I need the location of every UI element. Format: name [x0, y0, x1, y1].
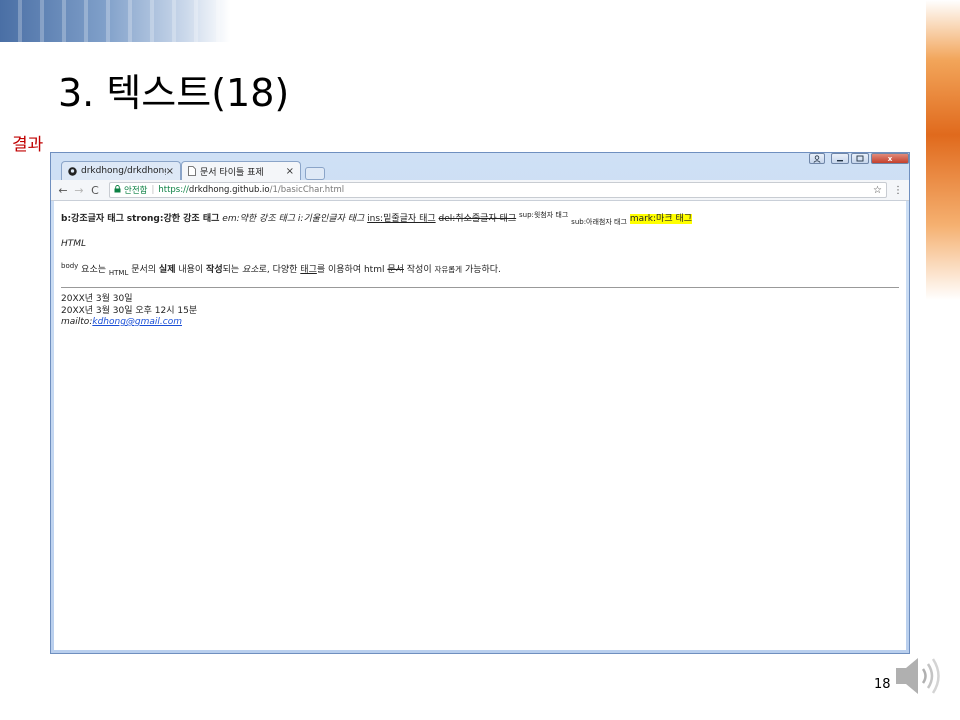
minimize-icon: [837, 159, 843, 161]
browser-toolbar: ← → C 안전함 | https://drkdhong.github.io/1…: [51, 180, 909, 201]
del-text: del:취소줄글자 태그: [438, 214, 517, 224]
close-icon[interactable]: ×: [286, 166, 294, 177]
sub-text: sub:아래첨자 태그: [571, 217, 627, 226]
mark-text: mark:마크 태그: [629, 214, 693, 224]
para-text: 되는: [222, 264, 243, 275]
body-paragraph: body 요소는 HTML 문서의 실제 내용이 작성되는 요소로, 다양한 태…: [61, 262, 899, 278]
datetime-line: 20XX년 3월 30일 오후 12시 15분: [61, 305, 198, 316]
page-content: b:강조글자 태그 strong:강한 강조 태그 em:약한 강조 태그 i:…: [54, 201, 906, 650]
para-text: 문서의: [128, 264, 159, 275]
text-tags-line: b:강조글자 태그 strong:강한 강조 태그 em:약한 강조 태그 i:…: [61, 211, 899, 227]
maximize-button[interactable]: [851, 153, 869, 164]
restore-icon: [856, 155, 864, 162]
page-number: 18: [874, 677, 891, 692]
url-scheme: https://: [158, 185, 189, 195]
tab-label: drkdhong/drkdhong.gith: [81, 166, 166, 176]
profile-button[interactable]: [809, 153, 825, 164]
slide-decoration-top: [0, 0, 230, 42]
ins-text: ins:밑줄글자 태그: [367, 214, 436, 224]
window-controls: x: [809, 153, 909, 164]
document-icon: [188, 166, 196, 176]
browser-window: drkdhong/drkdhong.gith × 문서 타이틀 표제 × x ←…: [50, 152, 910, 654]
address-separator: |: [151, 185, 155, 195]
reload-button[interactable]: C: [87, 184, 103, 197]
browser-titlebar: drkdhong/drkdhong.gith × 문서 타이틀 표제 × x: [51, 153, 909, 180]
strong-jakseong: 작성: [206, 264, 223, 275]
para-text: 가능하다.: [462, 264, 501, 275]
mail-prefix: mailto:: [61, 316, 93, 327]
bold-text: b:강조글자 태그: [61, 214, 124, 224]
para-text: 를 이용하여 html: [316, 264, 388, 275]
para-text: 요소는: [78, 264, 109, 275]
address-bar[interactable]: 안전함 | https://drkdhong.github.io/1/basic…: [109, 182, 887, 198]
email-link[interactable]: kdhong@gmail.com: [92, 317, 182, 327]
secure-indicator: 안전함: [124, 186, 148, 196]
sub-html: HTML: [108, 268, 129, 277]
del-doc: 문서: [387, 264, 404, 275]
close-icon[interactable]: ×: [166, 166, 174, 177]
small-free: 자유롭게: [434, 264, 463, 274]
date-line: 20XX년 3월 30일: [61, 294, 133, 305]
forward-button[interactable]: →: [71, 184, 87, 197]
lock-icon: [114, 185, 121, 195]
speaker-icon[interactable]: [892, 652, 942, 700]
bold-silje: 실제: [158, 264, 176, 275]
url-path: /1/basicChar.html: [269, 185, 345, 195]
slide-decoration-right: [926, 0, 960, 300]
sup-text: sup:윗첨자 태그: [518, 211, 569, 219]
para-text: 작성이: [403, 264, 435, 275]
html-italic-line: HTML: [61, 238, 87, 249]
result-label: 결과: [12, 135, 44, 155]
tab-github[interactable]: drkdhong/drkdhong.gith ×: [61, 161, 181, 180]
ins-tag: 태그: [300, 264, 317, 275]
slide-title: 3. 텍스트(18): [58, 71, 290, 115]
strong-text: strong:강한 강조 태그: [126, 214, 220, 224]
menu-icon[interactable]: ⋮: [891, 185, 905, 196]
minimize-button[interactable]: [831, 153, 849, 164]
tab-document[interactable]: 문서 타이틀 표제 ×: [181, 161, 301, 180]
github-icon: [68, 166, 77, 176]
para-text: 내용이: [175, 264, 207, 275]
tab-label: 문서 타이틀 표제: [200, 167, 264, 178]
horizontal-rule: [61, 287, 899, 289]
person-icon: [813, 154, 821, 163]
url-text: https://drkdhong.github.io/1/basicChar.h…: [158, 185, 873, 195]
sup-body: body: [61, 261, 79, 270]
em-yoso: 요소: [242, 264, 259, 275]
italic-text: i:기울인글자 태그: [297, 214, 365, 224]
bookmark-star-icon[interactable]: ☆: [873, 185, 882, 196]
para-text: 로, 다양한: [258, 264, 301, 275]
new-tab-button[interactable]: [305, 167, 325, 180]
back-button[interactable]: ←: [55, 184, 71, 197]
window-close-button[interactable]: x: [871, 153, 909, 164]
url-host: drkdhong.github.io: [188, 185, 270, 195]
mail-line: mailto:kdhong@gmail.com: [61, 317, 899, 328]
em-text: em:약한 강조 태그: [222, 214, 296, 224]
